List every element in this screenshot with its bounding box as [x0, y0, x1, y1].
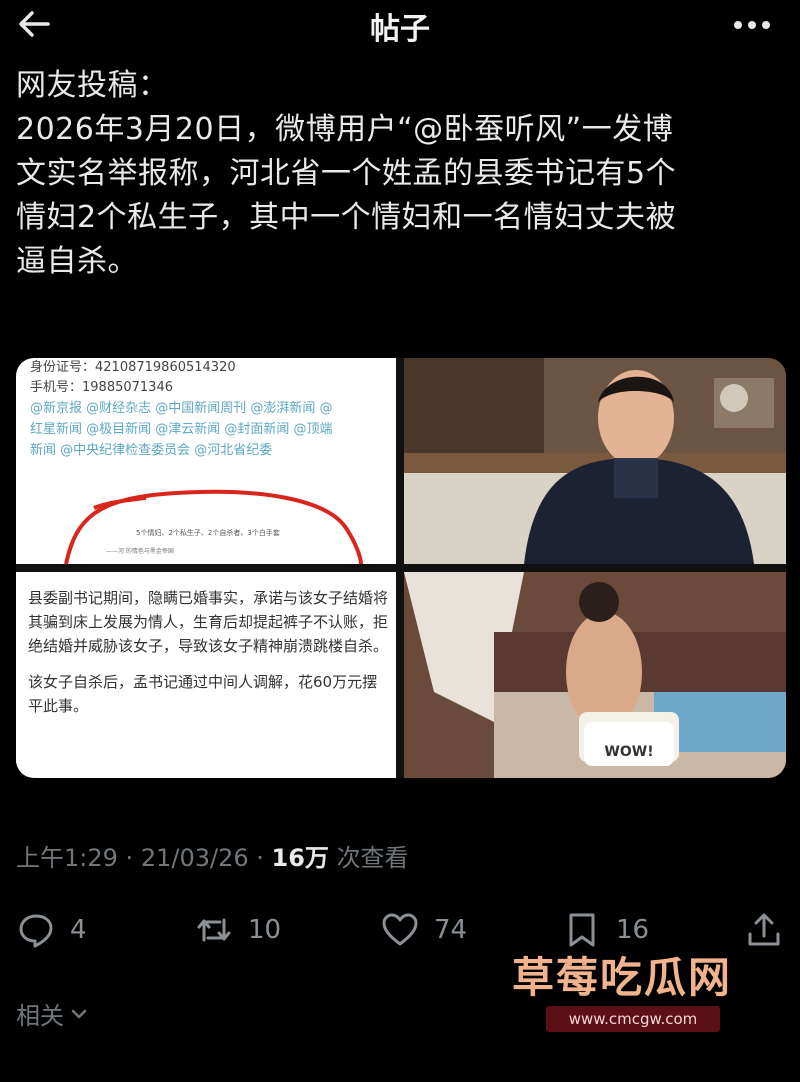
- like-button[interactable]: 74: [380, 900, 467, 960]
- document-note: 5个情妇、2个私生子、2个自杀者、3个白手套: [136, 529, 280, 537]
- repost-count: 10: [248, 915, 282, 945]
- media-image-document-2[interactable]: 县委副书记期间，隐瞒已婚事实，承诺与该女子结婚将其骗到床上发展为情人，生育后却提…: [16, 572, 396, 778]
- more-horizontal-icon: [734, 21, 770, 29]
- reply-button[interactable]: 4: [16, 900, 87, 960]
- watermark-url: www.cmcgw.com: [546, 1006, 720, 1032]
- related-section-toggle[interactable]: 相关: [16, 996, 90, 1031]
- post-body-text: 网友投稿： 2026年3月20日，微博用户“@卧蚕听风”一发博 文实名举报称，河…: [16, 68, 677, 279]
- media-image-bedroom[interactable]: WOW!: [404, 572, 786, 778]
- watermark-title: 草莓吃瓜网: [512, 953, 733, 1002]
- page-title: 帖子: [370, 12, 430, 47]
- top-bar: 帖子: [0, 0, 800, 52]
- separator-dot: ·: [125, 844, 141, 872]
- post-meta: 上午1:29 · 21/03/26 · 16万 次查看: [16, 838, 409, 873]
- document-note-2: ——河 的情色与黑金帝国: [106, 548, 174, 555]
- post-page: 帖子 网友投稿： 2026年3月20日，微博用户“@卧蚕听风”一发博 文实名举报…: [0, 0, 800, 1082]
- related-label: 相关: [16, 1002, 64, 1030]
- reply-count: 4: [70, 915, 87, 945]
- like-count: 74: [434, 915, 468, 945]
- share-button[interactable]: [744, 900, 784, 960]
- document-paragraph-1: 县委副书记期间，隐瞒已婚事实，承诺与该女子结婚将其骗到床上发展为情人，生育后却提…: [28, 589, 389, 655]
- sticker-text: WOW!: [604, 744, 654, 760]
- heart-icon: [382, 913, 418, 946]
- portrait-photo: [404, 358, 786, 564]
- view-count: 16万: [271, 844, 329, 872]
- media-image-portrait[interactable]: [404, 358, 786, 564]
- media-grid: 身份证号：42108719860514320 手机号：19885071346 @…: [16, 358, 786, 778]
- chevron-down-icon: [71, 1009, 87, 1018]
- document-text-2: 县委副书记期间，隐瞒已婚事实，承诺与该女子结婚将其骗到床上发展为情人，生育后却提…: [28, 586, 388, 730]
- bookmark-count: 16: [616, 915, 650, 945]
- view-count-label: 次查看: [336, 844, 409, 872]
- share-icon: [748, 913, 780, 946]
- document-paragraph-2: 该女子自杀后，孟书记通过中间人调解，花60万元摆平此事。: [28, 673, 378, 715]
- repost-icon: [197, 918, 231, 942]
- sticker-wow: WOW!: [584, 722, 674, 766]
- media-image-document-1[interactable]: 身份证号：42108719860514320 手机号：19885071346 @…: [16, 358, 396, 564]
- post-time: 上午1:29: [16, 844, 118, 872]
- separator-dot: ·: [256, 844, 272, 872]
- more-button[interactable]: [730, 10, 774, 40]
- post-date: 21/03/26: [140, 844, 249, 872]
- repost-button[interactable]: 10: [194, 900, 281, 960]
- reply-icon: [19, 914, 53, 948]
